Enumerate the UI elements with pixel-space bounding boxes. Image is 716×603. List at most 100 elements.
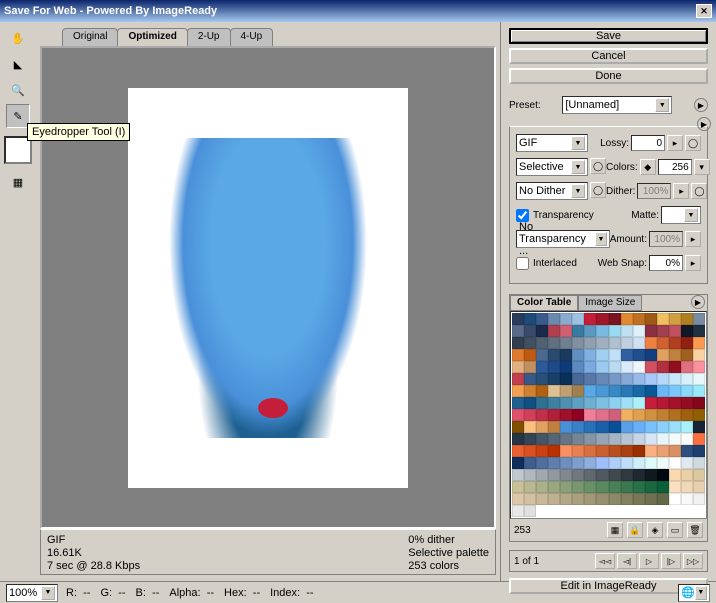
color-swatch[interactable]	[596, 361, 608, 373]
color-swatch[interactable]	[512, 469, 524, 481]
color-swatch[interactable]	[681, 433, 693, 445]
color-swatch[interactable]	[633, 421, 645, 433]
reduction-mask-icon[interactable]: ◯	[590, 158, 606, 174]
color-swatch[interactable]	[681, 457, 693, 469]
transparency-checkbox[interactable]	[516, 209, 529, 222]
color-swatch[interactable]	[596, 397, 608, 409]
color-swatch[interactable]	[524, 493, 536, 505]
color-swatch[interactable]	[645, 313, 657, 325]
color-swatch[interactable]	[657, 361, 669, 373]
dither-mask-icon[interactable]: ◯	[590, 182, 606, 198]
color-swatch[interactable]	[621, 373, 633, 385]
color-swatch[interactable]	[669, 481, 681, 493]
tab-optimized[interactable]: Optimized	[117, 28, 187, 46]
color-swatch[interactable]	[524, 421, 536, 433]
color-swatch[interactable]	[669, 433, 681, 445]
color-swatch[interactable]	[669, 373, 681, 385]
color-swatch[interactable]	[693, 469, 705, 481]
color-swatch[interactable]	[669, 493, 681, 505]
color-swatch[interactable]	[693, 373, 705, 385]
color-swatch[interactable]	[536, 433, 548, 445]
slice-select-tool[interactable]: ◣	[6, 52, 30, 76]
color-swatch[interactable]	[572, 421, 584, 433]
color-swatch[interactable]	[621, 433, 633, 445]
color-swatch[interactable]	[524, 397, 536, 409]
color-swatch[interactable]	[621, 337, 633, 349]
color-swatch[interactable]	[633, 361, 645, 373]
color-swatch[interactable]	[657, 445, 669, 457]
color-swatch[interactable]	[633, 493, 645, 505]
color-swatch[interactable]	[633, 349, 645, 361]
color-swatch[interactable]	[560, 457, 572, 469]
color-swatch[interactable]	[681, 397, 693, 409]
color-swatch[interactable]	[524, 445, 536, 457]
color-swatch[interactable]	[609, 337, 621, 349]
color-swatch[interactable]	[524, 313, 536, 325]
color-swatch[interactable]	[512, 337, 524, 349]
color-swatch[interactable]	[609, 361, 621, 373]
color-swatch[interactable]	[584, 361, 596, 373]
color-swatch[interactable]	[572, 361, 584, 373]
color-swatch[interactable]	[572, 493, 584, 505]
color-swatch[interactable]	[572, 445, 584, 457]
color-swatch[interactable]	[596, 373, 608, 385]
optimize-flyout-icon[interactable]: ▶	[697, 117, 711, 131]
color-swatch[interactable]	[536, 445, 548, 457]
color-swatch[interactable]	[681, 469, 693, 481]
color-swatch[interactable]	[693, 361, 705, 373]
color-swatch[interactable]	[657, 421, 669, 433]
lossy-mask-icon[interactable]: ◯	[685, 135, 701, 151]
color-swatch[interactable]	[621, 469, 633, 481]
delete-color-icon[interactable]: 🗑	[687, 522, 703, 538]
color-swatch[interactable]	[657, 397, 669, 409]
websnap-slider-icon[interactable]: ▸	[685, 255, 701, 271]
color-swatch[interactable]	[621, 493, 633, 505]
color-swatch[interactable]	[596, 433, 608, 445]
color-swatch[interactable]	[621, 457, 633, 469]
color-swatch[interactable]	[524, 433, 536, 445]
color-swatch[interactable]	[536, 421, 548, 433]
color-swatch[interactable]	[693, 433, 705, 445]
color-swatch[interactable]	[657, 493, 669, 505]
color-swatch[interactable]	[560, 409, 572, 421]
color-swatch[interactable]	[609, 469, 621, 481]
color-swatch[interactable]	[669, 349, 681, 361]
lock-color-icon[interactable]: 🔒	[627, 522, 643, 538]
snap-web-icon[interactable]: ▦	[607, 522, 623, 538]
color-swatch[interactable]	[512, 433, 524, 445]
websnap-input[interactable]	[649, 255, 683, 271]
color-swatch[interactable]	[560, 361, 572, 373]
done-button[interactable]: Done	[509, 68, 708, 84]
color-swatch[interactable]	[572, 481, 584, 493]
color-swatch[interactable]	[572, 313, 584, 325]
color-swatch[interactable]	[633, 385, 645, 397]
color-swatch[interactable]	[560, 325, 572, 337]
color-swatch[interactable]	[584, 481, 596, 493]
color-swatch[interactable]	[681, 481, 693, 493]
color-swatch[interactable]	[693, 481, 705, 493]
color-swatch[interactable]	[621, 409, 633, 421]
color-swatch[interactable]	[512, 397, 524, 409]
color-swatch[interactable]	[609, 409, 621, 421]
color-swatch[interactable]	[621, 385, 633, 397]
interlaced-checkbox-row[interactable]: Interlaced	[516, 257, 577, 270]
color-swatch[interactable]	[621, 313, 633, 325]
color-swatch[interactable]	[572, 457, 584, 469]
color-swatch[interactable]	[681, 385, 693, 397]
next-frame-button[interactable]: |▷	[661, 553, 681, 569]
reduction-dropdown[interactable]: Selective▼	[516, 158, 588, 176]
color-swatch[interactable]	[669, 313, 681, 325]
color-swatch[interactable]	[536, 313, 548, 325]
color-swatch[interactable]	[669, 325, 681, 337]
dither-pct-slider-icon[interactable]: ▸	[673, 183, 689, 199]
new-color-icon[interactable]: ▭	[667, 522, 683, 538]
color-swatch[interactable]	[596, 385, 608, 397]
color-swatch[interactable]	[512, 385, 524, 397]
color-swatch[interactable]	[512, 457, 524, 469]
color-swatch[interactable]	[657, 457, 669, 469]
color-swatch[interactable]	[669, 385, 681, 397]
color-swatch[interactable]	[596, 457, 608, 469]
transparency-checkbox-row[interactable]: Transparency	[516, 209, 594, 222]
preview-area[interactable]	[40, 46, 496, 529]
color-swatch[interactable]	[536, 337, 548, 349]
